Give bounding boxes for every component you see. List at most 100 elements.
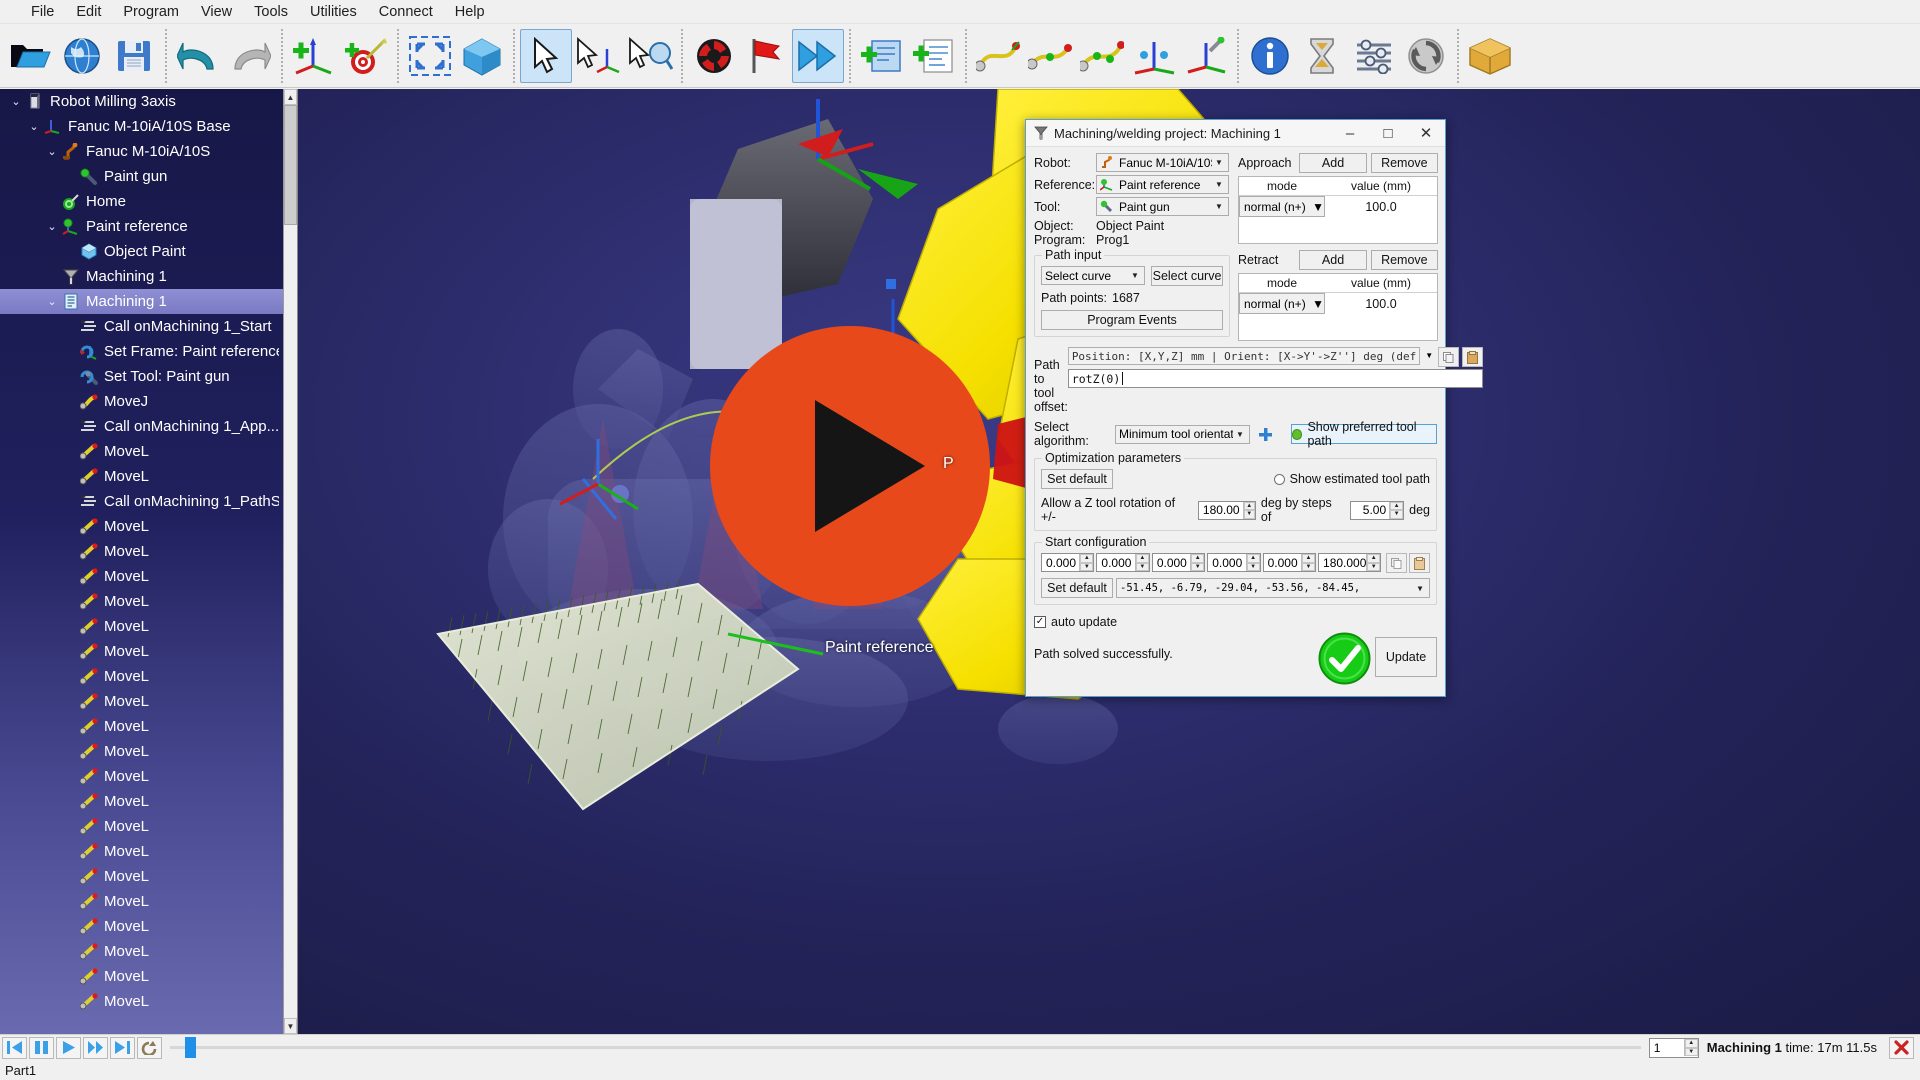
retract-row[interactable]: normal (n+) ▼ 100.0: [1239, 293, 1437, 314]
tree-item[interactable]: Object Paint: [0, 239, 283, 264]
menu-utilities[interactable]: Utilities: [299, 1, 368, 23]
stop-collision-icon[interactable]: [688, 29, 740, 83]
optimization-set-default-button[interactable]: Set default: [1041, 469, 1113, 489]
calibrate-tool-icon[interactable]: [1180, 29, 1232, 83]
tree-item[interactable]: Machining 1: [0, 264, 283, 289]
joint-1-spinbox[interactable]: 0.000 ▲ ▼: [1041, 553, 1095, 572]
tree-item[interactable]: MoveL: [0, 564, 283, 589]
retract-mode-cell[interactable]: normal (n+) ▼: [1239, 293, 1325, 314]
close-button[interactable]: ✕: [1407, 120, 1445, 146]
approach-remove-button[interactable]: Remove: [1370, 153, 1439, 173]
tree-item[interactable]: MoveL: [0, 789, 283, 814]
tree-item[interactable]: MoveL: [0, 589, 283, 614]
tree-item[interactable]: MoveL: [0, 889, 283, 914]
open-file-icon[interactable]: [4, 29, 56, 83]
machining-project-icon[interactable]: [1076, 29, 1128, 83]
isometric-view-icon[interactable]: [456, 29, 508, 83]
reference-select[interactable]: Paint reference ▼: [1096, 175, 1229, 194]
chevron-down-icon[interactable]: ▼: [1312, 200, 1324, 214]
show-estimated-tool-path-radio[interactable]: Show estimated tool path: [1273, 472, 1430, 486]
menu-view[interactable]: View: [190, 1, 243, 23]
tree-item[interactable]: MoveL: [0, 989, 283, 1014]
update-button[interactable]: Update: [1375, 637, 1437, 677]
pause-icon[interactable]: [29, 1036, 54, 1059]
maximize-button[interactable]: □: [1369, 120, 1407, 146]
spin-arrows-icon[interactable]: ▲ ▼: [1134, 554, 1149, 571]
program-events-button[interactable]: Program Events: [1041, 310, 1223, 330]
tree-item[interactable]: MoveL: [0, 664, 283, 689]
tree-item-selected[interactable]: ⌄ Machining 1: [0, 289, 283, 314]
show-preferred-tool-path-button[interactable]: Show preferred tool path: [1291, 420, 1437, 448]
expand-collapse-icon[interactable]: ⌄: [8, 95, 24, 108]
spin-arrows-icon[interactable]: ▲ ▼: [1683, 1039, 1698, 1056]
approach-add-button[interactable]: Add: [1299, 153, 1367, 173]
retract-remove-button[interactable]: Remove: [1370, 250, 1439, 270]
fast-forward-icon[interactable]: [83, 1036, 108, 1059]
refresh-icon[interactable]: [1400, 29, 1452, 83]
fit-all-icon[interactable]: [404, 29, 456, 83]
chevron-down-icon[interactable]: ▼: [1128, 271, 1142, 280]
retract-value-cell[interactable]: 100.0: [1325, 293, 1437, 314]
measure-icon[interactable]: [624, 29, 676, 83]
approach-value-cell[interactable]: 100.0: [1325, 196, 1437, 217]
algorithm-select[interactable]: Minimum tool orientation change ▼: [1115, 424, 1250, 444]
tool-select[interactable]: Paint gun ▼: [1096, 197, 1229, 216]
package-icon[interactable]: [1464, 29, 1516, 83]
play-simulation-overlay[interactable]: [710, 326, 990, 606]
curve-follow-project-icon[interactable]: [972, 29, 1024, 83]
add-python-program-icon[interactable]: [908, 29, 960, 83]
tree-item[interactable]: MoveL: [0, 689, 283, 714]
tree-item[interactable]: Set Frame: Paint reference: [0, 339, 283, 364]
fast-simulation-icon[interactable]: [792, 28, 844, 83]
joint-3-spinbox[interactable]: 0.000 ▲ ▼: [1151, 553, 1206, 572]
tree-item[interactable]: MoveL: [0, 714, 283, 739]
settings-list-icon[interactable]: [1348, 29, 1400, 83]
tree-item[interactable]: Call onMachining 1_PathSt: [0, 489, 283, 514]
steps-spinbox[interactable]: 5.00 ▲ ▼: [1350, 500, 1405, 520]
station-tree[interactable]: ⌄ Robot Milling 3axis ⌄ Fanuc M-10iA/10S Ba…: [0, 89, 283, 1034]
add-target-icon[interactable]: [340, 29, 392, 83]
play-icon[interactable]: [56, 1036, 81, 1059]
menu-edit[interactable]: Edit: [65, 1, 112, 23]
minimize-button[interactable]: –: [1331, 120, 1369, 146]
menu-connect[interactable]: Connect: [368, 1, 444, 23]
spin-arrows-icon[interactable]: ▲ ▼: [1245, 554, 1260, 571]
chevron-down-icon[interactable]: ▼: [1212, 180, 1226, 189]
skip-end-icon[interactable]: [110, 1036, 135, 1059]
simulation-progress-slider[interactable]: [170, 1037, 1641, 1058]
save-icon[interactable]: [108, 29, 160, 83]
menu-program[interactable]: Program: [112, 1, 190, 23]
copy-joints-button[interactable]: [1386, 553, 1408, 573]
scroll-down-icon[interactable]: ▼: [284, 1018, 297, 1034]
joint-2-spinbox[interactable]: 0.000 ▲ ▼: [1096, 553, 1150, 572]
select-cursor-icon[interactable]: [520, 28, 572, 83]
tree-scroll-thumb[interactable]: [284, 105, 297, 225]
chevron-down-icon[interactable]: ▼: [1423, 347, 1435, 367]
tree-item[interactable]: MoveJ: [0, 389, 283, 414]
undo-icon[interactable]: [172, 29, 224, 83]
dialog-title-bar[interactable]: Machining/welding project: Machining 1 –…: [1026, 120, 1445, 147]
approach-table[interactable]: mode value (mm) normal (n+) ▼ 100.0: [1238, 176, 1438, 244]
spin-arrows-icon[interactable]: ▲ ▼: [1242, 501, 1255, 519]
tree-vertical-scrollbar[interactable]: ▲ ▼: [283, 89, 297, 1034]
tree-item[interactable]: Call onMachining 1_Start: [0, 314, 283, 339]
joint-4-spinbox[interactable]: 0.000 ▲ ▼: [1207, 553, 1261, 572]
chevron-down-icon[interactable]: ▼: [1212, 202, 1226, 211]
tree-item[interactable]: MoveL: [0, 739, 283, 764]
tree-item[interactable]: MoveL: [0, 539, 283, 564]
spin-arrows-icon[interactable]: ▲ ▼: [1190, 554, 1205, 571]
tree-item[interactable]: MoveL: [0, 439, 283, 464]
approach-mode-cell[interactable]: normal (n+) ▼: [1239, 196, 1325, 217]
progress-thumb[interactable]: [184, 1037, 196, 1058]
info-icon[interactable]: [1244, 29, 1296, 83]
expand-collapse-icon[interactable]: ⌄: [44, 145, 60, 158]
spin-arrows-icon[interactable]: ▲ ▼: [1389, 501, 1404, 519]
joint-spinboxes[interactable]: 0.000 ▲ ▼ 0.000 ▲ ▼ 0.000 ▲ ▼ 0.000 ▲ ▼ 0.000 ▲ ▼ 180.0…: [1041, 553, 1431, 573]
menu-tools[interactable]: Tools: [243, 1, 299, 23]
tree-item[interactable]: MoveL: [0, 464, 283, 489]
tree-item[interactable]: MoveL: [0, 864, 283, 889]
solution-select[interactable]: -51.45, -6.79, -29.04, -53.56, -84.45, ▼: [1116, 578, 1430, 598]
redo-icon[interactable]: [224, 29, 276, 83]
spin-arrows-icon[interactable]: ▲ ▼: [1366, 554, 1381, 571]
tree-item[interactable]: Home: [0, 189, 283, 214]
